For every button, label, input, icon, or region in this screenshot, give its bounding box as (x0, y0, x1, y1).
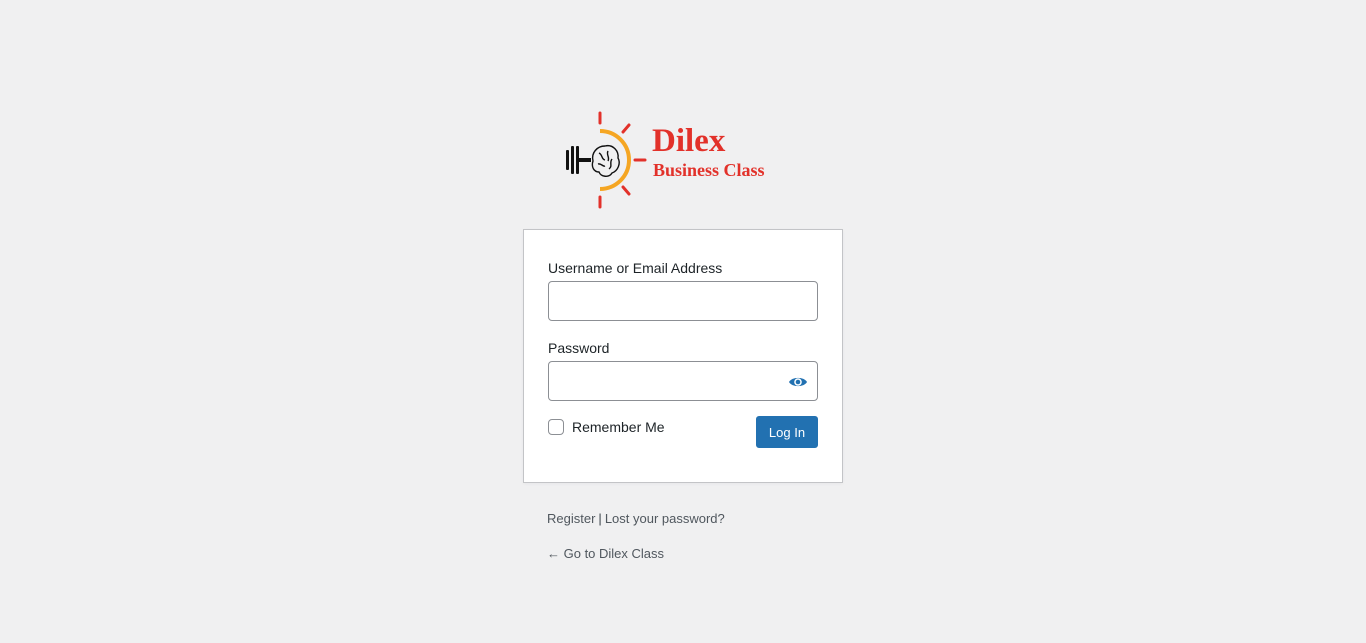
remember-me-checkbox[interactable] (548, 419, 564, 435)
logo-subtitle: Business Class (653, 160, 765, 180)
link-separator: | (598, 511, 602, 526)
eye-icon (789, 377, 807, 387)
back-to-site: ← Go to Dilex Class (547, 546, 664, 561)
nav-links: Register | Lost your password? (547, 511, 725, 526)
username-label: Username or Email Address (548, 260, 723, 276)
lightbulb-brain-dumbbell-icon (566, 111, 647, 209)
back-to-site-link[interactable]: ← Go to Dilex Class (547, 546, 664, 561)
logo-title: Dilex (652, 123, 726, 159)
register-link[interactable]: Register (547, 511, 595, 526)
lost-password-link[interactable]: Lost your password? (605, 511, 725, 526)
username-input[interactable] (548, 281, 818, 321)
site-logo[interactable]: Dilex Business Class (563, 109, 775, 211)
password-input[interactable] (548, 361, 818, 401)
remember-me[interactable]: Remember Me (548, 419, 665, 435)
login-form: Username or Email Address Password Remem… (523, 229, 843, 483)
password-label: Password (548, 340, 610, 356)
show-password-button[interactable] (782, 366, 814, 398)
remember-me-label: Remember Me (572, 419, 665, 435)
login-button[interactable]: Log In (756, 416, 818, 448)
